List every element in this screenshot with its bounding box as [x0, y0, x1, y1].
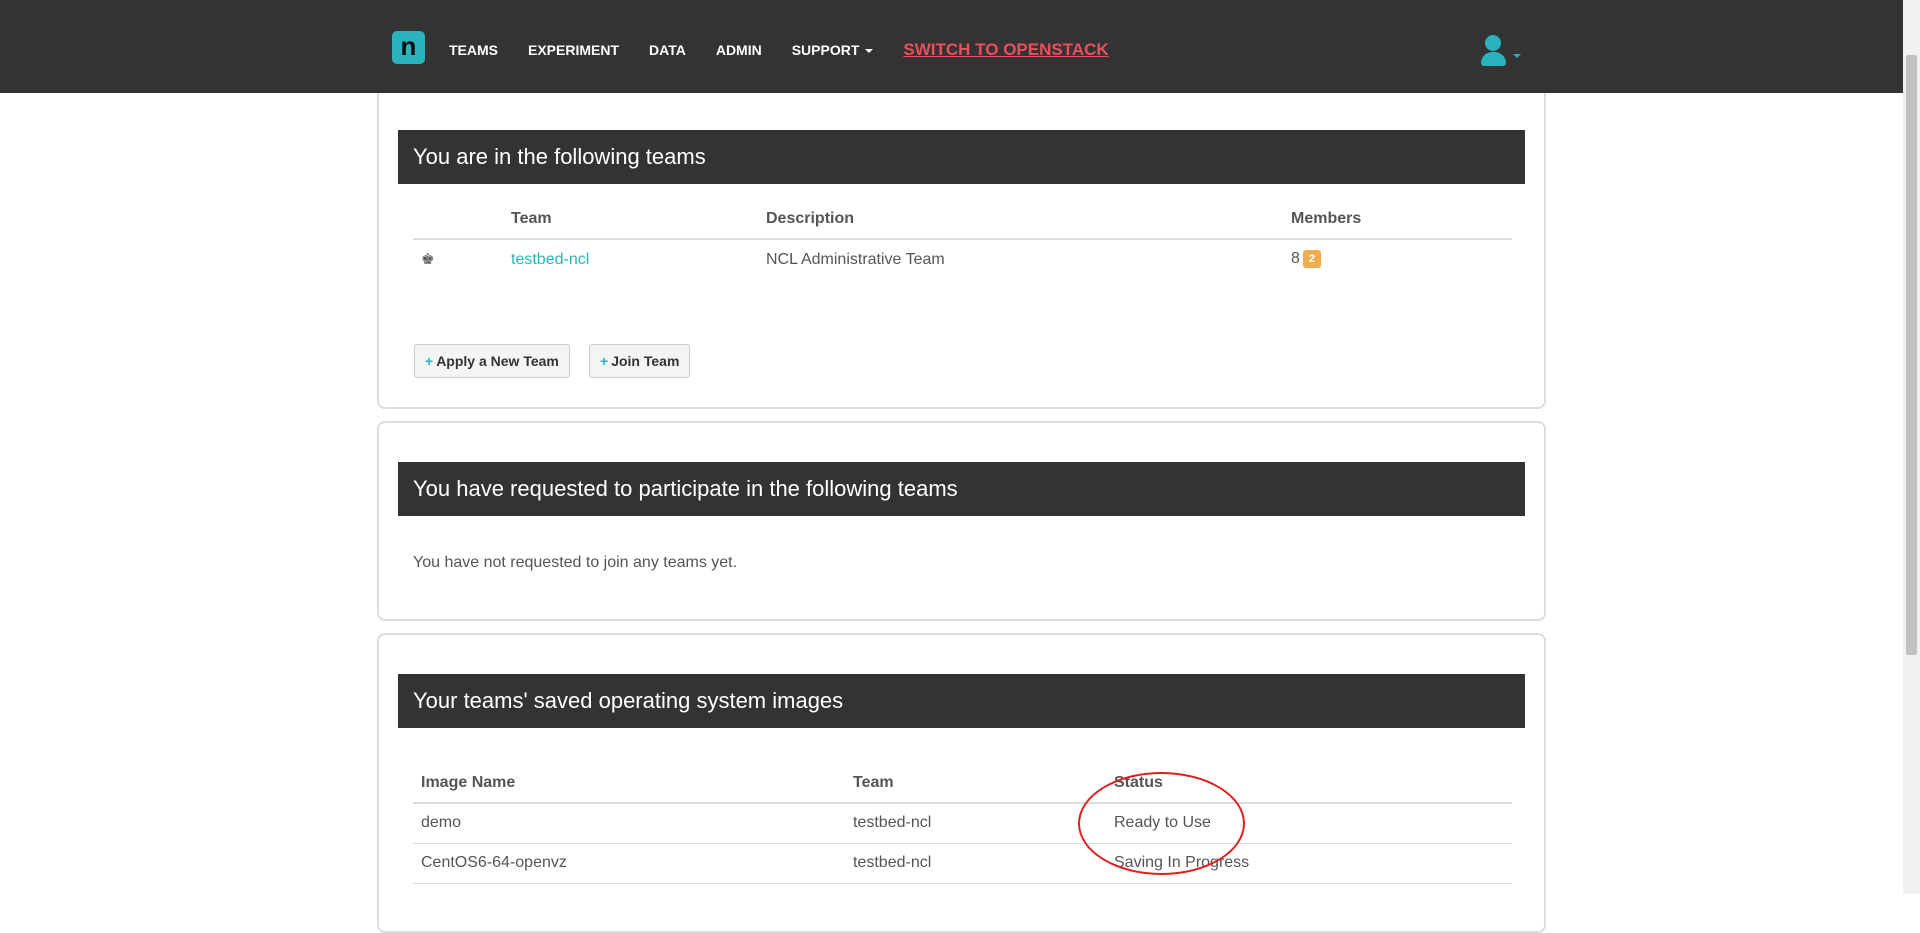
nav-item-teams[interactable]: TEAMS [449, 42, 498, 58]
col-status: Status [1106, 763, 1512, 804]
col-icon [413, 199, 503, 240]
teams-panel-heading: You are in the following teams [398, 130, 1525, 184]
table-row: CentOS6-64-openvz testbed-ncl Saving In … [413, 843, 1512, 884]
teams-panel: You are in the following teams Team Desc… [377, 75, 1546, 409]
nav-item-support[interactable]: SUPPORT [792, 42, 874, 58]
image-name-cell: demo [413, 803, 845, 844]
plus-icon: + [425, 353, 434, 369]
image-status-cell: Saving In Progress [1106, 843, 1512, 884]
page-scrollbar[interactable] [1903, 0, 1920, 894]
images-panel-heading: Your teams' saved operating system image… [398, 674, 1525, 728]
apply-new-team-label: Apply a New Team [436, 353, 559, 369]
nav-item-experiment[interactable]: EXPERIMENT [528, 42, 619, 58]
nav-item-support-label: SUPPORT [791, 42, 860, 58]
team-link[interactable]: testbed-ncl [511, 251, 589, 268]
image-team-cell: testbed-ncl [845, 803, 1106, 844]
join-team-label: Join Team [611, 353, 680, 369]
chevron-down-icon [865, 49, 874, 54]
images-panel: Your teams' saved operating system image… [377, 633, 1546, 933]
nav-item-data[interactable]: DATA [649, 42, 686, 58]
image-status-cell: Ready to Use [1106, 803, 1512, 844]
nav-menu: TEAMS EXPERIMENT DATA ADMIN SUPPORT SWIT… [449, 40, 1109, 60]
team-leader-icon: ♚ [421, 250, 435, 268]
image-name-cell: CentOS6-64-openvz [413, 843, 845, 884]
team-name-cell: testbed-ncl [503, 239, 758, 279]
team-description-cell: NCL Administrative Team [766, 250, 945, 268]
teams-table: Team Description Members ♚ testbed-ncl N… [413, 199, 1512, 279]
top-navbar: n TEAMS EXPERIMENT DATA ADMIN SUPPORT SW… [0, 0, 1903, 93]
join-team-button[interactable]: + Join Team [589, 344, 691, 378]
requests-panel: You have requested to participate in the… [377, 421, 1546, 621]
col-team: Team [503, 199, 758, 240]
no-requests-message: You have not requested to join any teams… [413, 554, 738, 571]
scrollbar-thumb[interactable] [1906, 55, 1917, 655]
members-count: 8 [1291, 250, 1300, 268]
team-members-cell: 82 [1283, 239, 1512, 279]
team-role-cell: ♚ [413, 239, 503, 279]
user-icon-body [1481, 52, 1506, 66]
table-row: ♚ testbed-ncl NCL Administrative Team 82 [413, 239, 1512, 279]
user-menu[interactable] [1479, 35, 1527, 69]
nav-item-admin[interactable]: ADMIN [716, 42, 762, 58]
table-row: demo testbed-ncl Ready to Use [413, 803, 1512, 844]
pending-requests-badge[interactable]: 2 [1302, 250, 1322, 269]
switch-to-openstack-link[interactable]: SWITCH TO OPENSTACK [903, 40, 1108, 60]
image-team-cell: testbed-ncl [845, 843, 1106, 884]
col-team: Team [845, 763, 1106, 804]
brand-logo[interactable]: n [392, 31, 425, 64]
user-icon-head [1485, 35, 1501, 51]
col-image-name: Image Name [413, 763, 845, 804]
requests-panel-heading: You have requested to participate in the… [398, 462, 1525, 516]
col-description: Description [758, 199, 1283, 240]
chevron-down-icon [1513, 54, 1521, 58]
plus-icon: + [600, 353, 609, 369]
images-table: Image Name Team Status demo testbed-ncl … [413, 763, 1512, 884]
col-members: Members [1283, 199, 1512, 240]
apply-new-team-button[interactable]: + Apply a New Team [414, 344, 570, 378]
